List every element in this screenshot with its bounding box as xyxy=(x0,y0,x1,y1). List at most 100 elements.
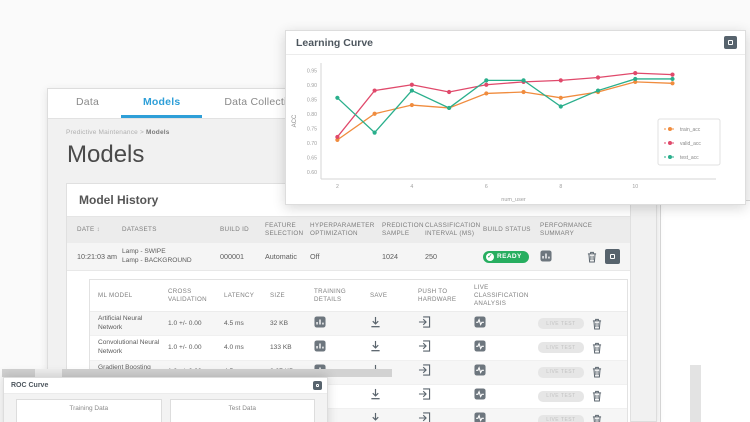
series-line-test_acc xyxy=(337,79,672,133)
delete-model-icon[interactable] xyxy=(592,342,602,354)
push-to-hardware-icon[interactable] xyxy=(418,316,431,328)
build-hyperparameter-optimization: Off xyxy=(310,252,382,261)
live-test-button[interactable]: LIVE TEST xyxy=(538,318,584,329)
col-prediction-sample: PREDICTION SAMPLE xyxy=(382,218,425,242)
data-point[interactable] xyxy=(410,88,414,92)
data-point[interactable] xyxy=(484,91,488,95)
live-test-button[interactable]: LIVE TEST xyxy=(538,391,584,402)
svg-text:2: 2 xyxy=(336,184,339,190)
svg-text:0.80: 0.80 xyxy=(307,112,317,118)
live-classification-icon[interactable] xyxy=(474,412,486,422)
legend-label-train_acc[interactable]: train_acc xyxy=(680,127,701,133)
data-point[interactable] xyxy=(559,78,563,82)
model-row-actions: LIVE TEST xyxy=(538,414,619,422)
data-point[interactable] xyxy=(373,112,377,116)
save-download-icon[interactable] xyxy=(370,340,381,352)
live-classification-icon[interactable] xyxy=(474,364,486,376)
col-ml-model: ML MODEL xyxy=(98,288,168,304)
svg-text:4: 4 xyxy=(410,184,413,190)
training-details-icon[interactable] xyxy=(314,340,326,352)
col-actions xyxy=(584,226,620,234)
learning-curve-title: Learning Curve xyxy=(296,37,373,49)
data-point[interactable] xyxy=(596,88,600,92)
live-classification-icon[interactable] xyxy=(474,340,486,352)
learning-curve-chart[interactable]: 0.600.650.700.750.800.850.900.95246810AC… xyxy=(286,55,745,204)
save-download-icon[interactable] xyxy=(370,388,381,400)
data-point[interactable] xyxy=(410,103,414,107)
svg-text:8: 8 xyxy=(559,184,562,190)
data-point[interactable] xyxy=(559,104,563,108)
delete-build-icon[interactable] xyxy=(587,251,597,263)
push-to-hardware-icon[interactable] xyxy=(418,364,431,376)
push-to-hardware-icon[interactable] xyxy=(418,388,431,400)
data-point[interactable] xyxy=(670,77,674,81)
scrollbar-thumb[interactable] xyxy=(35,369,62,377)
live-test-button[interactable]: LIVE TEST xyxy=(538,342,584,353)
save-download-icon[interactable] xyxy=(370,412,381,422)
data-point[interactable] xyxy=(633,77,637,81)
data-point[interactable] xyxy=(484,78,488,82)
push-to-hardware-icon[interactable] xyxy=(418,340,431,352)
learning-curve-header: Learning Curve xyxy=(286,31,745,55)
data-point[interactable] xyxy=(447,90,451,94)
ready-label: READY xyxy=(497,253,522,260)
model-latency: 4.5 ms xyxy=(224,317,270,332)
col-feature-selection: FEATURE SELECTION xyxy=(265,218,310,242)
performance-summary-cell xyxy=(540,250,584,264)
data-point[interactable] xyxy=(373,131,377,135)
learning-curve-window-button[interactable] xyxy=(724,36,737,49)
sort-icon[interactable]: ↕ xyxy=(97,227,100,233)
col-date[interactable]: DATE ↕ xyxy=(77,222,122,239)
tab-models[interactable]: Models xyxy=(121,89,202,118)
legend-marker-test_acc xyxy=(668,155,672,159)
delete-model-icon[interactable] xyxy=(592,414,602,422)
data-point[interactable] xyxy=(559,96,563,100)
horizontal-scrollbar[interactable] xyxy=(2,369,392,377)
roc-training-panel: Training Data xyxy=(16,399,162,422)
roc-window-button[interactable] xyxy=(313,381,322,390)
push-to-hardware-icon[interactable] xyxy=(418,412,431,422)
legend-label-valid_acc[interactable]: valid_acc xyxy=(680,141,701,147)
data-point[interactable] xyxy=(521,90,525,94)
data-point[interactable] xyxy=(670,81,674,85)
model-table-header: ML MODEL CROSS VALIDATION LATENCY SIZE T… xyxy=(90,280,627,312)
background-window-gap xyxy=(690,365,701,422)
model-name: Artificial Neural Network xyxy=(98,312,168,335)
roc-header: ROC Curve xyxy=(4,378,327,394)
data-point[interactable] xyxy=(335,96,339,100)
delete-model-icon[interactable] xyxy=(592,390,602,402)
data-point[interactable] xyxy=(670,73,674,77)
dataset-2: Lamp - BACKGROUND xyxy=(122,257,216,266)
legend-marker-train_acc xyxy=(668,127,672,131)
data-point[interactable] xyxy=(484,83,488,87)
save-download-icon[interactable] xyxy=(370,316,381,328)
ready-status-badge[interactable]: ✓ READY xyxy=(483,251,529,263)
build-actions xyxy=(584,249,620,264)
roc-test-panel: Test Data xyxy=(170,399,316,422)
roc-curve-window: ROC Curve Training Data Test Data xyxy=(3,377,328,422)
data-point[interactable] xyxy=(410,83,414,87)
data-point[interactable] xyxy=(335,135,339,139)
svg-text:0.90: 0.90 xyxy=(307,83,317,89)
live-classification-icon[interactable] xyxy=(474,388,486,400)
performance-summary-icon[interactable] xyxy=(540,250,552,262)
collapse-build-button[interactable] xyxy=(605,249,620,264)
svg-text:0.75: 0.75 xyxy=(307,126,317,132)
live-test-button[interactable]: LIVE TEST xyxy=(538,415,584,422)
data-point[interactable] xyxy=(373,88,377,92)
breadcrumb-project[interactable]: Predictive Maintenance > xyxy=(66,129,144,136)
delete-model-icon[interactable] xyxy=(592,318,602,330)
data-point[interactable] xyxy=(633,71,637,75)
legend-label-test_acc[interactable]: test_acc xyxy=(680,155,699,161)
col-row-actions xyxy=(538,292,619,300)
training-details-icon[interactable] xyxy=(314,316,326,328)
live-classification-icon[interactable] xyxy=(474,316,486,328)
live-test-button[interactable]: LIVE TEST xyxy=(538,367,584,378)
build-status-cell: ✓ READY xyxy=(483,251,540,263)
data-point[interactable] xyxy=(447,106,451,110)
col-save: SAVE xyxy=(370,288,418,304)
tab-data[interactable]: Data xyxy=(54,89,121,118)
data-point[interactable] xyxy=(521,78,525,82)
data-point[interactable] xyxy=(596,75,600,79)
delete-model-icon[interactable] xyxy=(592,366,602,378)
